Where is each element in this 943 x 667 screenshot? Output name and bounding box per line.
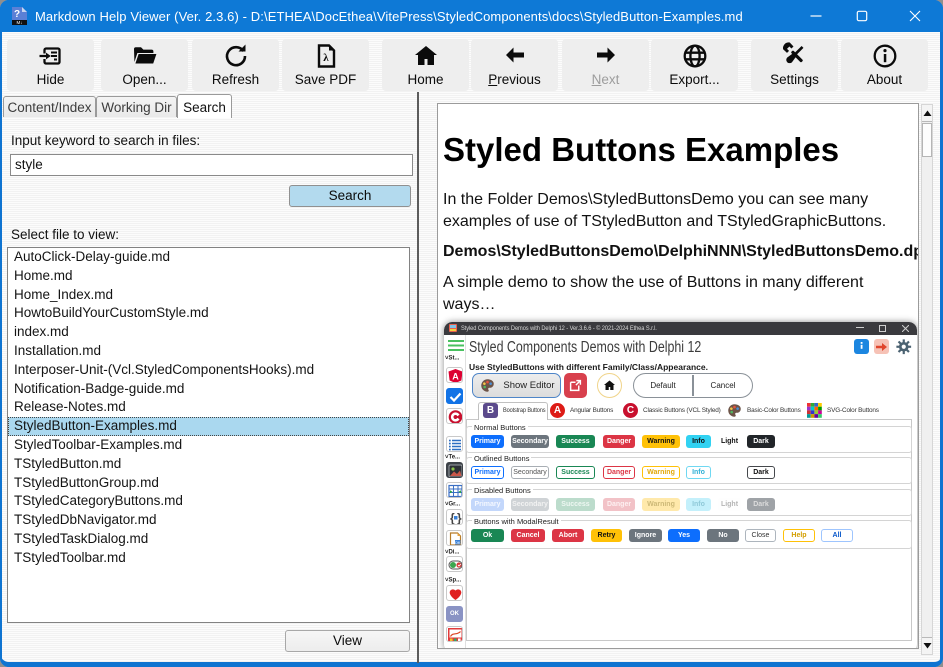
svg-text:OK: OK [455,540,461,545]
svg-text:λ: λ [323,52,329,64]
svg-text:M↓: M↓ [17,20,23,25]
svg-text:?: ? [14,9,20,20]
svg-text:}: } [457,511,462,525]
svg-text:A: A [452,372,459,382]
